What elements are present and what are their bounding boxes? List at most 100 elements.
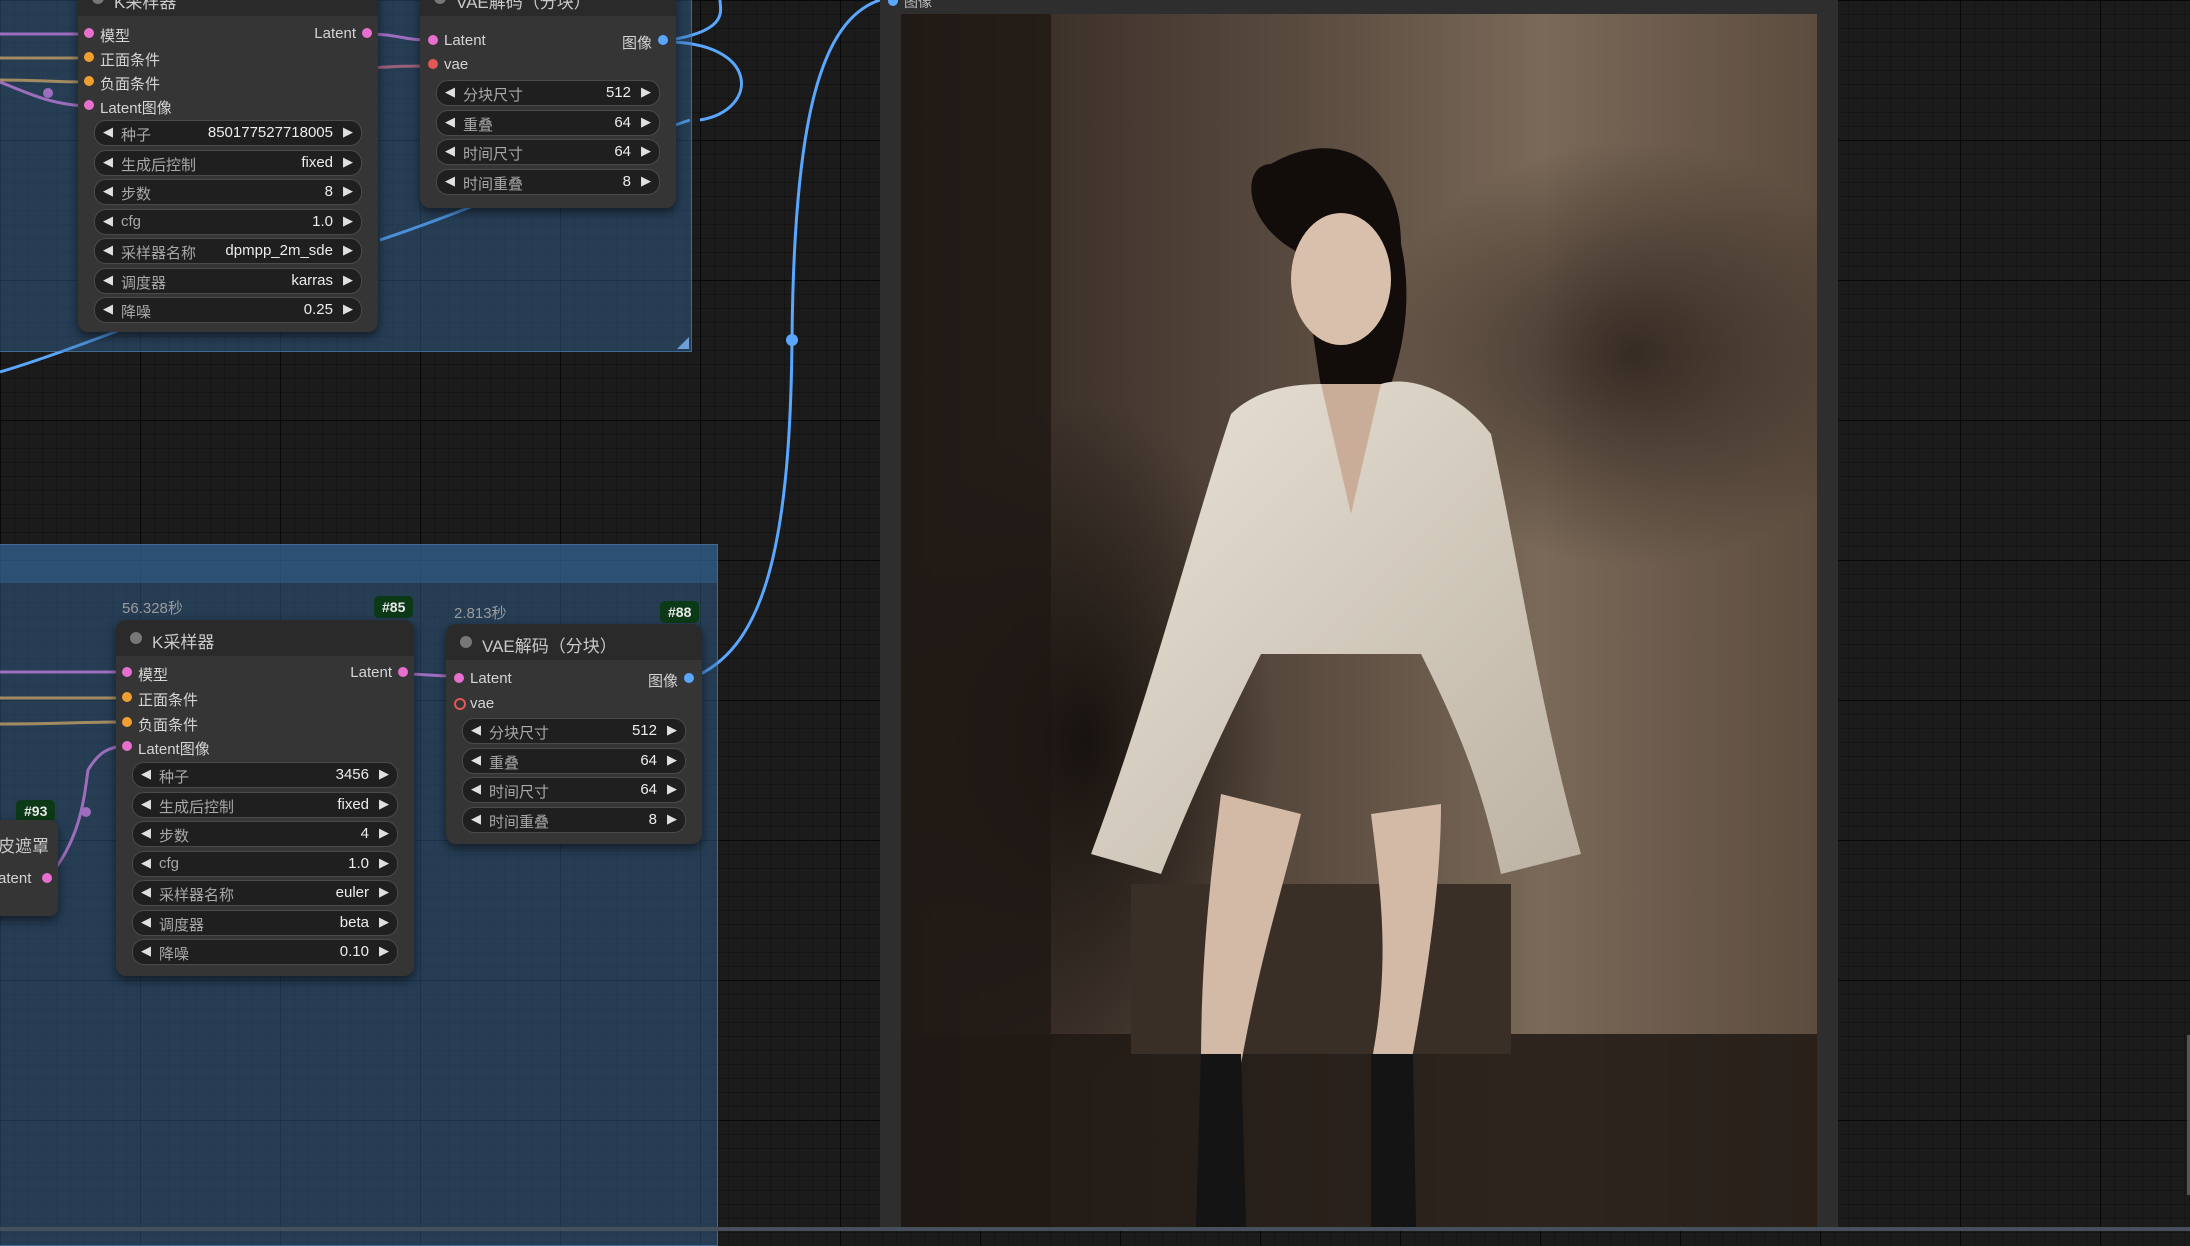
output-slot-icon[interactable] xyxy=(684,673,694,683)
widget-steps[interactable]: ◀ 步数 8 ▶ xyxy=(94,179,362,205)
top-vae-decode-node[interactable]: VAE解码（分块） Latent vae 图像 ◀ 分块尺寸 512 ▶ ◀ 重叠 64 ▶… xyxy=(420,0,676,208)
input-positive[interactable]: 正面条件 xyxy=(122,689,198,710)
widget-temporal-size[interactable]: ◀ 时间尺寸 64 ▶ xyxy=(436,139,660,165)
widget-seed[interactable]: ◀ 种子 3456 ▶ xyxy=(132,762,398,788)
input-slot-icon[interactable] xyxy=(84,28,94,38)
collapse-dot-icon[interactable] xyxy=(92,0,104,4)
input-slot-icon[interactable] xyxy=(84,100,94,110)
input-vae[interactable]: vae xyxy=(428,56,468,73)
input-slot-icon[interactable] xyxy=(428,59,438,69)
decrement-arrow-icon[interactable]: ◀ xyxy=(471,811,481,827)
widget-temporal-overlap[interactable]: ◀ 时间重叠 8 ▶ xyxy=(462,807,686,833)
widget-temporal-size[interactable]: ◀ 时间尺寸 64 ▶ xyxy=(462,777,686,803)
increment-arrow-icon[interactable]: ▶ xyxy=(667,781,677,797)
decrement-arrow-icon[interactable]: ◀ xyxy=(141,855,151,871)
decrement-arrow-icon[interactable]: ◀ xyxy=(445,173,455,189)
decrement-arrow-icon[interactable]: ◀ xyxy=(445,84,455,100)
increment-arrow-icon[interactable]: ▶ xyxy=(641,173,651,189)
decrement-arrow-icon[interactable]: ◀ xyxy=(141,766,151,782)
input-latent[interactable]: Latent xyxy=(428,32,486,49)
widget-overlap[interactable]: ◀ 重叠 64 ▶ xyxy=(462,748,686,774)
decrement-arrow-icon[interactable]: ◀ xyxy=(103,124,113,140)
widget-steps[interactable]: ◀ 步数 4 ▶ xyxy=(132,821,398,847)
decrement-arrow-icon[interactable]: ◀ xyxy=(471,722,481,738)
widget-cfg[interactable]: ◀ cfg 1.0 ▶ xyxy=(94,209,362,235)
increment-arrow-icon[interactable]: ▶ xyxy=(641,143,651,159)
increment-arrow-icon[interactable]: ▶ xyxy=(343,154,353,170)
input-slot-icon[interactable] xyxy=(454,673,464,683)
input-slot-icon[interactable] xyxy=(428,35,438,45)
widget-tile-size[interactable]: ◀ 分块尺寸 512 ▶ xyxy=(436,80,660,106)
input-slot-icon[interactable] xyxy=(454,698,466,710)
node-title-bar[interactable]: VAE解码（分块） xyxy=(446,624,702,660)
widget-sampler-name[interactable]: ◀ 采样器名称 dpmpp_2m_sde ▶ xyxy=(94,238,362,264)
collapse-dot-icon[interactable] xyxy=(460,636,472,648)
decrement-arrow-icon[interactable]: ◀ xyxy=(471,752,481,768)
increment-arrow-icon[interactable]: ▶ xyxy=(379,943,389,959)
collapse-dot-icon[interactable] xyxy=(434,0,446,4)
decrement-arrow-icon[interactable]: ◀ xyxy=(103,154,113,170)
input-slot-icon[interactable] xyxy=(122,717,132,727)
input-negative[interactable]: 负面条件 xyxy=(122,714,198,735)
output-slot-icon[interactable] xyxy=(658,35,668,45)
group-header[interactable] xyxy=(0,545,717,583)
increment-arrow-icon[interactable]: ▶ xyxy=(379,825,389,841)
node-title-bar[interactable]: K采样器 xyxy=(78,0,378,16)
increment-arrow-icon[interactable]: ▶ xyxy=(641,84,651,100)
input-model[interactable]: 模型 xyxy=(84,25,130,46)
group-resize-handle[interactable] xyxy=(677,337,689,349)
partial-mask-node[interactable]: 皮遮罩 atent xyxy=(0,820,58,916)
increment-arrow-icon[interactable]: ▶ xyxy=(379,914,389,930)
top-ksampler-node[interactable]: K采样器 模型 正面条件 负面条件 Latent图像 Latent ◀ 种子 850… xyxy=(78,0,378,332)
widget-scheduler[interactable]: ◀ 调度器 beta ▶ xyxy=(132,910,398,936)
increment-arrow-icon[interactable]: ▶ xyxy=(343,272,353,288)
input-latent-image[interactable]: Latent图像 xyxy=(122,738,210,759)
output-image[interactable]: 图像 xyxy=(622,32,668,53)
decrement-arrow-icon[interactable]: ◀ xyxy=(103,183,113,199)
node-title-bar[interactable]: VAE解码（分块） xyxy=(420,0,676,16)
decrement-arrow-icon[interactable]: ◀ xyxy=(445,143,455,159)
input-negative[interactable]: 负面条件 xyxy=(84,73,160,94)
decrement-arrow-icon[interactable]: ◀ xyxy=(141,825,151,841)
widget-overlap[interactable]: ◀ 重叠 64 ▶ xyxy=(436,110,660,136)
input-slot-icon[interactable] xyxy=(84,52,94,62)
output-image[interactable]: 图像 xyxy=(648,670,694,691)
output-latent[interactable]: Latent xyxy=(350,664,408,681)
increment-arrow-icon[interactable]: ▶ xyxy=(667,752,677,768)
widget-control-after-generate[interactable]: ◀ 生成后控制 fixed ▶ xyxy=(132,792,398,818)
widget-denoise[interactable]: ◀ 降噪 0.25 ▶ xyxy=(94,297,362,323)
widget-cfg[interactable]: ◀ cfg 1.0 ▶ xyxy=(132,851,398,877)
input-slot-icon[interactable] xyxy=(84,76,94,86)
input-latent[interactable]: Latent xyxy=(454,670,512,687)
increment-arrow-icon[interactable]: ▶ xyxy=(379,855,389,871)
decrement-arrow-icon[interactable]: ◀ xyxy=(141,884,151,900)
node-title-bar[interactable]: K采样器 xyxy=(116,620,414,656)
bottom-vae-decode-node[interactable]: VAE解码（分块） Latent vae 图像 ◀ 分块尺寸 512 ▶ ◀ 重叠 64 ▶… xyxy=(446,624,702,844)
widget-sampler-name[interactable]: ◀ 采样器名称 euler ▶ xyxy=(132,880,398,906)
decrement-arrow-icon[interactable]: ◀ xyxy=(141,943,151,959)
input-slot-icon[interactable] xyxy=(122,692,132,702)
output-slot-icon[interactable] xyxy=(398,667,408,677)
increment-arrow-icon[interactable]: ▶ xyxy=(667,811,677,827)
output-slot-icon[interactable] xyxy=(362,28,372,38)
input-slot-icon[interactable] xyxy=(122,667,132,677)
increment-arrow-icon[interactable]: ▶ xyxy=(343,301,353,317)
increment-arrow-icon[interactable]: ▶ xyxy=(379,884,389,900)
input-slot-icon[interactable] xyxy=(888,0,898,6)
input-slot-icon[interactable] xyxy=(122,741,132,751)
input-vae[interactable]: vae xyxy=(454,695,494,712)
increment-arrow-icon[interactable]: ▶ xyxy=(379,766,389,782)
increment-arrow-icon[interactable]: ▶ xyxy=(667,722,677,738)
bottom-ksampler-node[interactable]: K采样器 模型 正面条件 负面条件 Latent图像 Latent ◀ 种子 345… xyxy=(116,620,414,976)
output-slot-icon[interactable] xyxy=(42,873,52,883)
decrement-arrow-icon[interactable]: ◀ xyxy=(141,796,151,812)
increment-arrow-icon[interactable]: ▶ xyxy=(343,213,353,229)
collapse-dot-icon[interactable] xyxy=(130,632,142,644)
widget-seed[interactable]: ◀ 种子 850177527718005 ▶ xyxy=(94,120,362,146)
increment-arrow-icon[interactable]: ▶ xyxy=(343,124,353,140)
output-latent[interactable]: Latent xyxy=(314,25,372,42)
input-latent-image[interactable]: Latent图像 xyxy=(84,97,172,118)
decrement-arrow-icon[interactable]: ◀ xyxy=(471,781,481,797)
increment-arrow-icon[interactable]: ▶ xyxy=(343,183,353,199)
widget-temporal-overlap[interactable]: ◀ 时间重叠 8 ▶ xyxy=(436,169,660,195)
